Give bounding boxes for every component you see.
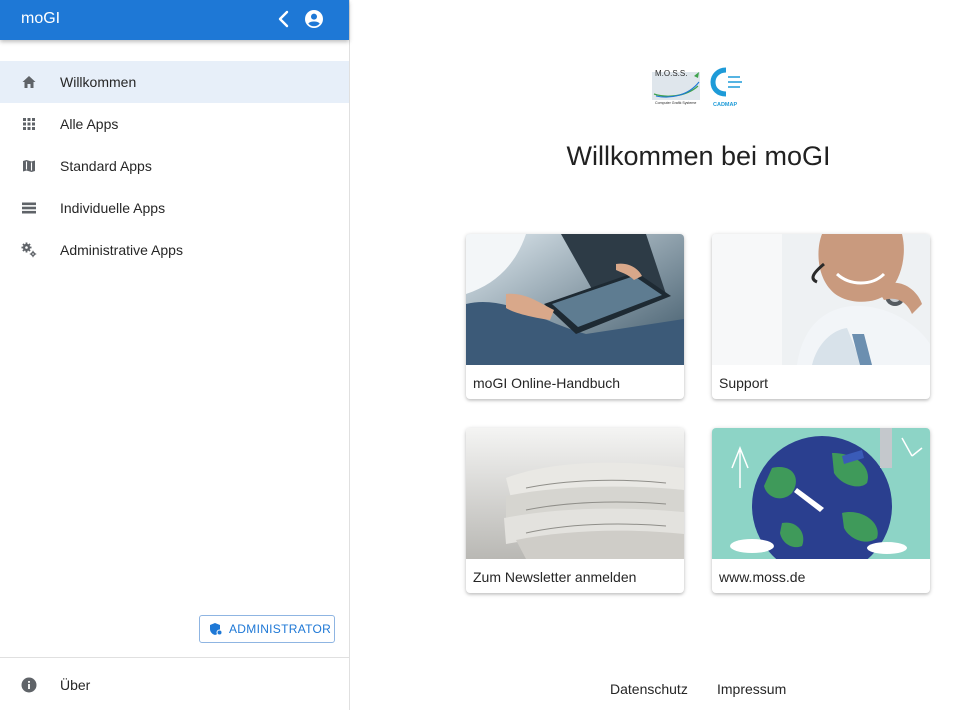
card-online-handbuch[interactable]: moGI Online-Handbuch [466,234,684,399]
tablet-photo [466,234,684,365]
apps-grid-icon [23,118,35,130]
sidebar-item-label: Individuelle Apps [60,200,166,216]
sidebar-item-alle-apps[interactable]: Alle Apps [0,103,349,145]
sidebar-item-label: Alle Apps [60,116,119,132]
card-support[interactable]: Support [712,234,930,399]
administrator-label: ADMINISTRATOR [229,622,332,636]
sidebar-item-standard-apps[interactable]: Standard Apps [0,145,349,187]
gears-icon [21,242,37,258]
moss-logo-text: M.O.S.S. [655,69,687,78]
sidebar-item-willkommen[interactable]: Willkommen [0,61,349,103]
sidebar-item-label: Administrative Apps [60,242,183,258]
moss-logo-subtext: Computer Grafik Systeme [655,101,696,105]
sidebar-nav: Willkommen Alle Apps Standard Apps Indiv… [0,61,349,271]
map-icon [23,160,35,172]
app-root: moGI Willkommen Alle Apps Standard Apps … [0,0,957,710]
chevron-left-icon [278,10,289,28]
card-newsletter[interactable]: Zum Newsletter anmelden [466,428,684,593]
footer-link-datenschutz[interactable]: Datenschutz [610,681,688,697]
account-button[interactable] [303,8,325,30]
card-label: Support [719,375,769,391]
moss-cadmap-logo: M.O.S.S. Computer Grafik Systeme CADMAP [652,64,746,110]
home-icon [22,76,36,88]
sidebar-item-label: Standard Apps [60,158,152,174]
card-label: www.moss.de [719,569,806,585]
logo-graphic: M.O.S.S. Computer Grafik Systeme CADMAP [652,67,742,108]
list-icon [22,202,36,214]
administrator-button[interactable]: ADMINISTRATOR [199,615,335,643]
sidebar-divider [0,657,349,658]
card-label: moGI Online-Handbuch [473,375,621,391]
card-label: Zum Newsletter anmelden [473,569,637,585]
about-label: Über [60,677,91,693]
sidebar-item-label: Willkommen [60,74,137,90]
app-title: moGI [21,10,61,27]
sidebar-item-administrative-apps[interactable]: Administrative Apps [0,229,349,271]
account-circle-icon [305,10,323,28]
sidebar: moGI Willkommen Alle Apps Standard Apps … [0,0,350,710]
collapse-sidebar-button[interactable] [274,8,294,30]
card-moss-website[interactable]: www.moss.de [712,428,930,593]
admin-shield-icon [210,623,223,636]
page-title: Willkommen bei moGI [566,141,831,171]
globe-illustration [712,428,930,559]
app-bar: moGI [0,0,349,40]
headset-photo [712,234,930,365]
sidebar-item-individuelle-apps[interactable]: Individuelle Apps [0,187,349,229]
footer-link-impressum[interactable]: Impressum [717,681,786,697]
info-icon [21,677,37,693]
newspapers-photo [466,428,684,559]
cadmap-logo-text: CADMAP [713,102,737,108]
sidebar-item-ueber[interactable]: Über [0,664,349,706]
